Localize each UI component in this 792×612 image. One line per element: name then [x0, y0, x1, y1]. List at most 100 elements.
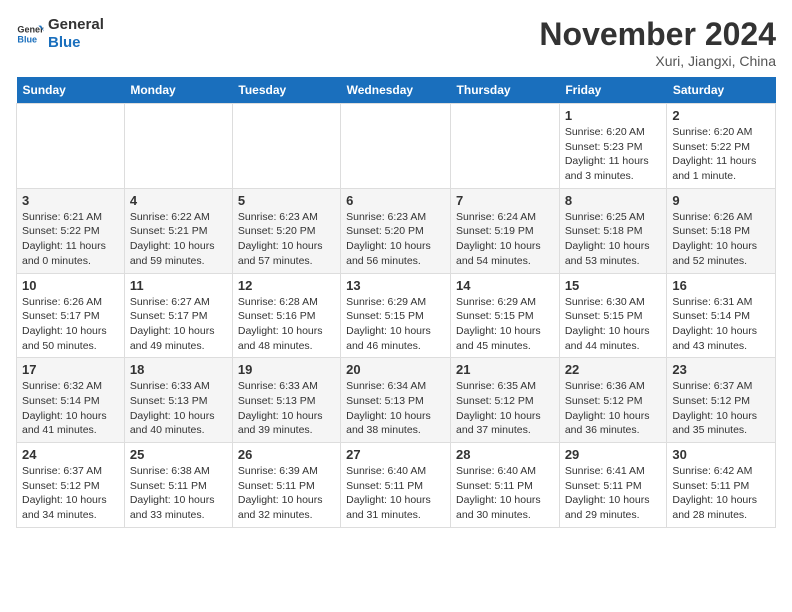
calendar-cell: 14 Sunrise: 6:29 AMSunset: 5:15 PMDayligh…: [451, 273, 560, 358]
calendar-cell: 9 Sunrise: 6:26 AMSunset: 5:18 PMDaylight…: [667, 188, 776, 273]
calendar-week-2: 3 Sunrise: 6:21 AMSunset: 5:22 PMDaylight…: [17, 188, 776, 273]
day-info: Sunrise: 6:36 AMSunset: 5:12 PMDaylight:…: [565, 379, 662, 438]
day-number: 17: [22, 362, 119, 377]
calendar-cell: [451, 104, 560, 189]
weekday-header-sunday: Sunday: [17, 77, 125, 104]
calendar-cell: 25 Sunrise: 6:38 AMSunset: 5:11 PMDayligh…: [124, 443, 232, 528]
calendar-cell: [341, 104, 451, 189]
day-info: Sunrise: 6:33 AMSunset: 5:13 PMDaylight:…: [238, 379, 335, 438]
calendar-cell: 17 Sunrise: 6:32 AMSunset: 5:14 PMDayligh…: [17, 358, 125, 443]
day-number: 8: [565, 193, 662, 208]
day-number: 11: [130, 278, 227, 293]
weekday-header-thursday: Thursday: [451, 77, 560, 104]
day-number: 14: [456, 278, 554, 293]
calendar-cell: 6Sunrise: 6:23 AMSunset: 5:20 PMDaylight…: [341, 188, 451, 273]
day-number: 30: [672, 447, 770, 462]
calendar-cell: 8 Sunrise: 6:25 AMSunset: 5:18 PMDaylight…: [559, 188, 667, 273]
calendar-cell: 16Sunrise: 6:31 AMSunset: 5:14 PMDayligh…: [667, 273, 776, 358]
day-info: Sunrise: 6:39 AMSunset: 5:11 PMDaylight:…: [238, 464, 335, 523]
day-number: 20: [346, 362, 445, 377]
calendar-cell: 27 Sunrise: 6:40 AMSunset: 5:11 PMDayligh…: [341, 443, 451, 528]
weekday-header-friday: Friday: [559, 77, 667, 104]
calendar-cell: 1 Sunrise: 6:20 AMSunset: 5:23 PMDaylight…: [559, 104, 667, 189]
day-number: 29: [565, 447, 662, 462]
calendar-cell: 3 Sunrise: 6:21 AMSunset: 5:22 PMDaylight…: [17, 188, 125, 273]
day-info: Sunrise: 6:37 AMSunset: 5:12 PMDaylight:…: [22, 464, 119, 523]
day-number: 27: [346, 447, 445, 462]
day-info: Sunrise: 6:26 AMSunset: 5:18 PMDaylight:…: [672, 210, 770, 269]
day-info: Sunrise: 6:35 AMSunset: 5:12 PMDaylight:…: [456, 379, 554, 438]
calendar-cell: 26 Sunrise: 6:39 AMSunset: 5:11 PMDayligh…: [232, 443, 340, 528]
calendar-cell: 18 Sunrise: 6:33 AMSunset: 5:13 PMDayligh…: [124, 358, 232, 443]
logo-line2: Blue: [48, 34, 104, 52]
day-info: Sunrise: 6:29 AMSunset: 5:15 PMDaylight:…: [456, 295, 554, 354]
title-block: November 2024 Xuri, Jiangxi, China: [539, 16, 776, 69]
day-info: Sunrise: 6:26 AMSunset: 5:17 PMDaylight:…: [22, 295, 119, 354]
day-info: Sunrise: 6:33 AMSunset: 5:13 PMDaylight:…: [130, 379, 227, 438]
day-number: 5: [238, 193, 335, 208]
day-number: 16: [672, 278, 770, 293]
day-info: Sunrise: 6:28 AMSunset: 5:16 PMDaylight:…: [238, 295, 335, 354]
calendar-week-1: 1 Sunrise: 6:20 AMSunset: 5:23 PMDaylight…: [17, 104, 776, 189]
day-info: Sunrise: 6:20 AMSunset: 5:22 PMDaylight:…: [672, 125, 770, 184]
location: Xuri, Jiangxi, China: [539, 53, 776, 69]
day-info: Sunrise: 6:20 AMSunset: 5:23 PMDaylight:…: [565, 125, 662, 184]
day-number: 4: [130, 193, 227, 208]
day-number: 26: [238, 447, 335, 462]
calendar-week-4: 17 Sunrise: 6:32 AMSunset: 5:14 PMDayligh…: [17, 358, 776, 443]
day-number: 19: [238, 362, 335, 377]
calendar-cell: 10 Sunrise: 6:26 AMSunset: 5:17 PMDayligh…: [17, 273, 125, 358]
weekday-header-wednesday: Wednesday: [341, 77, 451, 104]
day-info: Sunrise: 6:22 AMSunset: 5:21 PMDaylight:…: [130, 210, 227, 269]
day-number: 13: [346, 278, 445, 293]
day-number: 28: [456, 447, 554, 462]
day-number: 6: [346, 193, 445, 208]
calendar-cell: 19 Sunrise: 6:33 AMSunset: 5:13 PMDayligh…: [232, 358, 340, 443]
logo-line1: General: [48, 16, 104, 34]
day-info: Sunrise: 6:30 AMSunset: 5:15 PMDaylight:…: [565, 295, 662, 354]
day-info: Sunrise: 6:23 AMSunset: 5:20 PMDaylight:…: [238, 210, 335, 269]
day-info: Sunrise: 6:25 AMSunset: 5:18 PMDaylight:…: [565, 210, 662, 269]
day-info: Sunrise: 6:38 AMSunset: 5:11 PMDaylight:…: [130, 464, 227, 523]
calendar-cell: 11Sunrise: 6:27 AMSunset: 5:17 PMDayligh…: [124, 273, 232, 358]
calendar-cell: 7 Sunrise: 6:24 AMSunset: 5:19 PMDaylight…: [451, 188, 560, 273]
day-number: 9: [672, 193, 770, 208]
logo: General Blue General Blue: [16, 16, 104, 52]
weekday-header-row: SundayMondayTuesdayWednesdayThursdayFrid…: [17, 77, 776, 104]
day-number: 2: [672, 108, 770, 123]
month-title: November 2024: [539, 16, 776, 53]
logo-icon: General Blue: [16, 20, 44, 48]
weekday-header-tuesday: Tuesday: [232, 77, 340, 104]
weekday-header-monday: Monday: [124, 77, 232, 104]
calendar-cell: 2 Sunrise: 6:20 AMSunset: 5:22 PMDaylight…: [667, 104, 776, 189]
day-number: 15: [565, 278, 662, 293]
calendar-cell: 15 Sunrise: 6:30 AMSunset: 5:15 PMDayligh…: [559, 273, 667, 358]
calendar-cell: 20 Sunrise: 6:34 AMSunset: 5:13 PMDayligh…: [341, 358, 451, 443]
day-number: 18: [130, 362, 227, 377]
calendar-week-3: 10 Sunrise: 6:26 AMSunset: 5:17 PMDayligh…: [17, 273, 776, 358]
day-number: 23: [672, 362, 770, 377]
calendar-cell: [232, 104, 340, 189]
calendar-cell: 23Sunrise: 6:37 AMSunset: 5:12 PMDayligh…: [667, 358, 776, 443]
calendar-cell: 24 Sunrise: 6:37 AMSunset: 5:12 PMDayligh…: [17, 443, 125, 528]
day-number: 7: [456, 193, 554, 208]
calendar-cell: 28 Sunrise: 6:40 AMSunset: 5:11 PMDayligh…: [451, 443, 560, 528]
day-info: Sunrise: 6:21 AMSunset: 5:22 PMDaylight:…: [22, 210, 119, 269]
calendar-cell: 13Sunrise: 6:29 AMSunset: 5:15 PMDayligh…: [341, 273, 451, 358]
day-number: 10: [22, 278, 119, 293]
day-info: Sunrise: 6:40 AMSunset: 5:11 PMDaylight:…: [346, 464, 445, 523]
calendar-week-5: 24 Sunrise: 6:37 AMSunset: 5:12 PMDayligh…: [17, 443, 776, 528]
calendar-cell: [17, 104, 125, 189]
day-info: Sunrise: 6:24 AMSunset: 5:19 PMDaylight:…: [456, 210, 554, 269]
day-number: 25: [130, 447, 227, 462]
day-number: 24: [22, 447, 119, 462]
day-number: 22: [565, 362, 662, 377]
day-number: 1: [565, 108, 662, 123]
day-info: Sunrise: 6:40 AMSunset: 5:11 PMDaylight:…: [456, 464, 554, 523]
day-number: 3: [22, 193, 119, 208]
day-info: Sunrise: 6:32 AMSunset: 5:14 PMDaylight:…: [22, 379, 119, 438]
day-info: Sunrise: 6:34 AMSunset: 5:13 PMDaylight:…: [346, 379, 445, 438]
calendar-cell: 4 Sunrise: 6:22 AMSunset: 5:21 PMDaylight…: [124, 188, 232, 273]
calendar-table: SundayMondayTuesdayWednesdayThursdayFrid…: [16, 77, 776, 528]
day-number: 12: [238, 278, 335, 293]
